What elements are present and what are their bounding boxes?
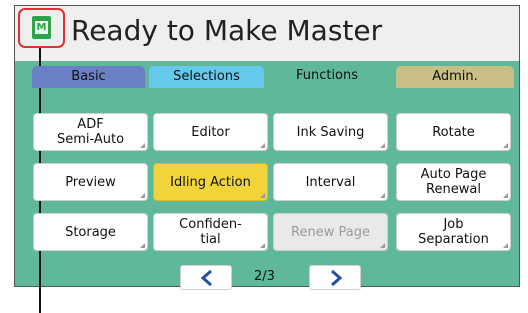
icon-callout-box [18, 8, 65, 48]
next-page-button[interactable] [309, 265, 361, 290]
prev-page-button[interactable] [180, 265, 232, 290]
ink-saving-button[interactable]: Ink Saving [273, 113, 388, 151]
editor-button[interactable]: Editor [153, 113, 268, 151]
adf-semi-auto-button[interactable]: ADF Semi-Auto [33, 113, 148, 151]
storage-button[interactable]: Storage [33, 213, 148, 251]
idling-action-button[interactable]: Idling Action [153, 163, 268, 201]
auto-page-renewal-button[interactable]: Auto Page Renewal [396, 163, 511, 201]
job-separation-button[interactable]: Job Separation [396, 213, 511, 251]
renew-page-button: Renew Page [273, 213, 388, 251]
interval-button[interactable]: Interval [273, 163, 388, 201]
tab-admin[interactable]: Admin. [396, 66, 514, 88]
chevron-right-icon [331, 270, 343, 286]
preview-button[interactable]: Preview [33, 163, 148, 201]
status-title: Ready to Make Master [71, 14, 383, 47]
tab-bar: Basic Selections Functions Admin. [32, 64, 516, 88]
chevron-left-icon [200, 270, 212, 286]
rotate-button[interactable]: Rotate [396, 113, 511, 151]
tab-functions[interactable]: Functions [270, 64, 384, 88]
page-indicator: 2/3 [254, 269, 275, 284]
tab-selections[interactable]: Selections [149, 66, 264, 88]
confidential-button[interactable]: Confiden-tial [153, 213, 268, 251]
tab-basic[interactable]: Basic [32, 66, 145, 88]
